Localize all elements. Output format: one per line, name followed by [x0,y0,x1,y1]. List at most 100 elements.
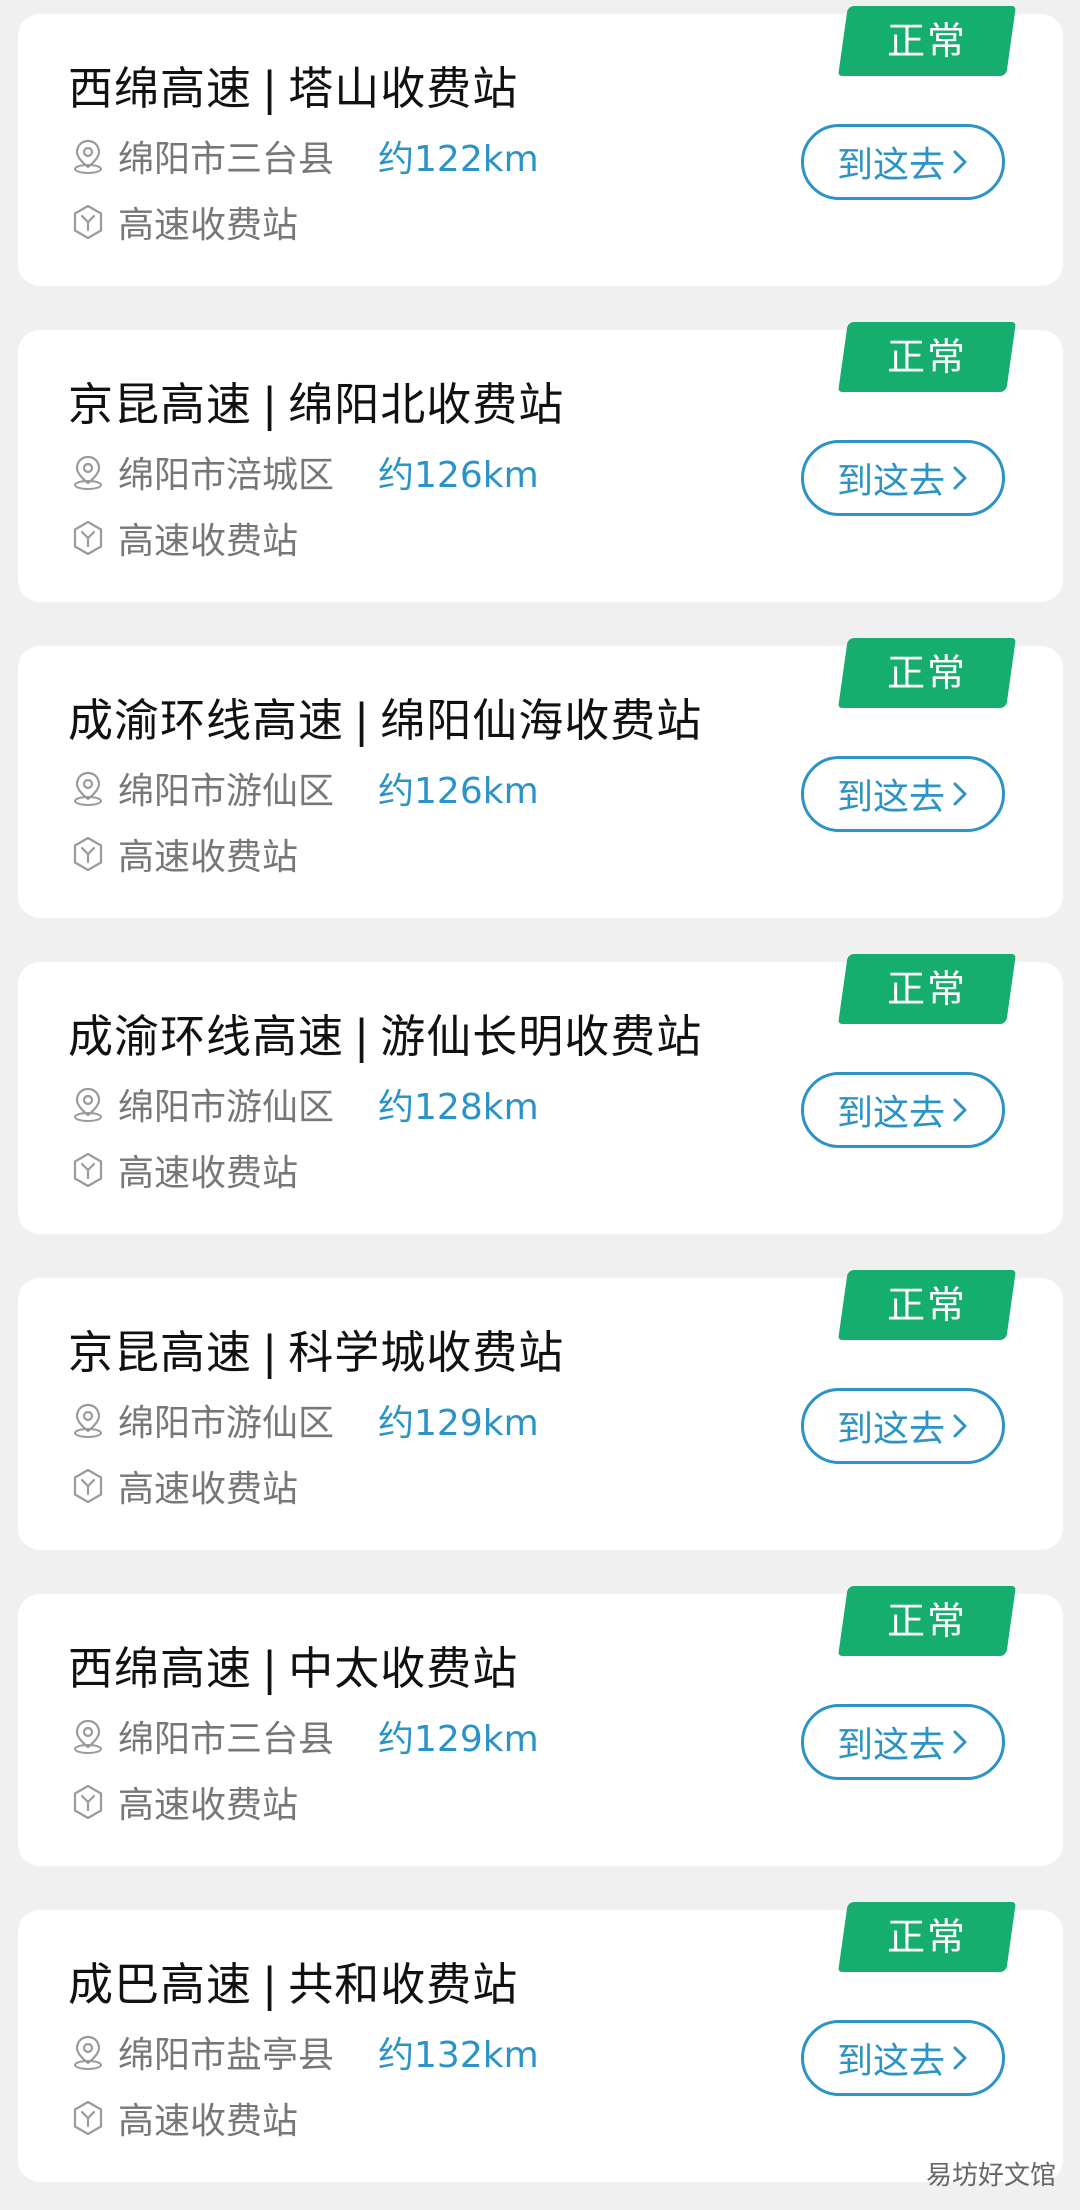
highway-name: 京昆高速 [68,378,253,431]
station-name: 塔山收费站 [288,62,519,115]
navigate-button[interactable]: 到这去 [801,1704,1005,1780]
navigate-button[interactable]: 到这去 [801,756,1005,832]
chevron-right-icon [953,1414,967,1438]
station-title: 西绵高速 | 塔山收费站 [68,52,518,117]
status-badge: 正常 [838,1902,1016,1972]
location-text: 绵阳市涪城区 [118,455,335,496]
type-row: 高速收费站 [68,2096,298,2142]
station-card[interactable]: 正常 西绵高速 | 中太收费站 绵阳市三台县 约129km 高速收费站 到这去 [18,1586,1063,1866]
toll-station-icon [73,520,103,556]
station-card[interactable]: 正常 成巴高速 | 共和收费站 绵阳市盐亭县 约132km 高速收费站 到这去 [18,1902,1063,2182]
type-row: 高速收费站 [68,1464,298,1510]
location-pin-icon [74,1087,102,1122]
station-title: 成渝环线高速 | 游仙长明收费站 [68,1000,702,1065]
chevron-right-icon [953,782,967,806]
distance-text: 约126km [378,771,539,812]
toll-station-icon [73,1468,103,1504]
navigate-button[interactable]: 到这去 [801,124,1005,200]
location-text: 绵阳市游仙区 [118,1403,335,1444]
type-row: 高速收费站 [68,516,298,562]
status-badge: 正常 [838,954,1016,1024]
station-type-text: 高速收费站 [118,2101,299,2142]
highway-name: 成渝环线高速 [68,1010,345,1063]
chevron-right-icon [953,466,967,490]
navigate-button-label: 到这去 [836,1725,945,1766]
navigate-button-label: 到这去 [836,461,945,502]
station-card[interactable]: 正常 西绵高速 | 塔山收费站 绵阳市三台县 约122km 高速收费站 到这去 [18,6,1063,286]
station-title: 京昆高速 | 绵阳北收费站 [68,368,564,433]
station-type-text: 高速收费站 [118,1153,299,1194]
navigate-button-label: 到这去 [836,1093,945,1134]
title-separator: | [262,1642,279,1695]
navigate-button[interactable]: 到这去 [801,2020,1005,2096]
navigate-button[interactable]: 到这去 [801,440,1005,516]
title-separator: | [354,1010,371,1063]
navigate-button-label: 到这去 [836,2041,945,2082]
distance-text: 约129km [378,1403,539,1444]
location-row: 绵阳市游仙区 约129km [68,1398,539,1444]
chevron-right-icon [953,1730,967,1754]
location-pin-icon [74,1403,102,1438]
station-name: 绵阳北收费站 [288,378,565,431]
station-type-text: 高速收费站 [118,1469,299,1510]
toll-station-icon [73,2100,103,2136]
highway-name: 京昆高速 [68,1326,253,1379]
station-type-text: 高速收费站 [118,837,299,878]
navigate-button-label: 到这去 [836,1409,945,1450]
station-name: 科学城收费站 [288,1326,565,1379]
chevron-right-icon [953,2046,967,2070]
station-title: 成渝环线高速 | 绵阳仙海收费站 [68,684,702,749]
location-row: 绵阳市三台县 约129km [68,1714,539,1760]
toll-station-icon [73,204,103,240]
location-pin-icon [74,1719,102,1754]
location-row: 绵阳市游仙区 约126km [68,766,539,812]
location-text: 绵阳市三台县 [118,1719,335,1760]
station-title: 京昆高速 | 科学城收费站 [68,1316,564,1381]
status-badge: 正常 [838,6,1016,76]
station-card[interactable]: 正常 京昆高速 | 科学城收费站 绵阳市游仙区 约129km 高速收费站 到这去 [18,1270,1063,1550]
location-row: 绵阳市盐亭县 约132km [68,2030,539,2076]
title-separator: | [262,378,279,431]
highway-name: 成巴高速 [68,1958,253,2011]
toll-station-icon [73,1152,103,1188]
location-row: 绵阳市游仙区 约128km [68,1082,539,1128]
highway-name: 成渝环线高速 [68,694,345,747]
distance-text: 约132km [378,2035,539,2076]
station-card[interactable]: 正常 京昆高速 | 绵阳北收费站 绵阳市涪城区 约126km 高速收费站 到这去 [18,322,1063,602]
location-text: 绵阳市游仙区 [118,771,335,812]
title-separator: | [262,62,279,115]
location-text: 绵阳市游仙区 [118,1087,335,1128]
station-type-text: 高速收费站 [118,205,299,246]
location-text: 绵阳市盐亭县 [118,2035,335,2076]
station-type-text: 高速收费站 [118,1785,299,1826]
station-name: 游仙长明收费站 [380,1010,703,1063]
location-pin-icon [74,139,102,174]
station-name: 共和收费站 [288,1958,519,2011]
location-text: 绵阳市三台县 [118,139,335,180]
station-title: 成巴高速 | 共和收费站 [68,1948,518,2013]
navigate-button-label: 到这去 [836,777,945,818]
station-title: 西绵高速 | 中太收费站 [68,1632,518,1697]
status-badge: 正常 [838,322,1016,392]
status-badge: 正常 [838,1270,1016,1340]
type-row: 高速收费站 [68,832,298,878]
distance-text: 约128km [378,1087,539,1128]
highway-name: 西绵高速 [68,62,253,115]
type-row: 高速收费站 [68,1148,298,1194]
title-separator: | [262,1326,279,1379]
distance-text: 约126km [378,455,539,496]
title-separator: | [262,1958,279,2011]
type-row: 高速收费站 [68,200,298,246]
distance-text: 约129km [378,1719,539,1760]
station-card[interactable]: 正常 成渝环线高速 | 游仙长明收费站 绵阳市游仙区 约128km 高速收费站 到这… [18,954,1063,1234]
navigate-button-label: 到这去 [836,145,945,186]
station-type-text: 高速收费站 [118,521,299,562]
toll-station-icon [73,1784,103,1820]
type-row: 高速收费站 [68,1780,298,1826]
navigate-button[interactable]: 到这去 [801,1388,1005,1464]
title-separator: | [354,694,371,747]
location-pin-icon [74,2035,102,2070]
distance-text: 约122km [378,139,539,180]
navigate-button[interactable]: 到这去 [801,1072,1005,1148]
station-card[interactable]: 正常 成渝环线高速 | 绵阳仙海收费站 绵阳市游仙区 约126km 高速收费站 到这… [18,638,1063,918]
